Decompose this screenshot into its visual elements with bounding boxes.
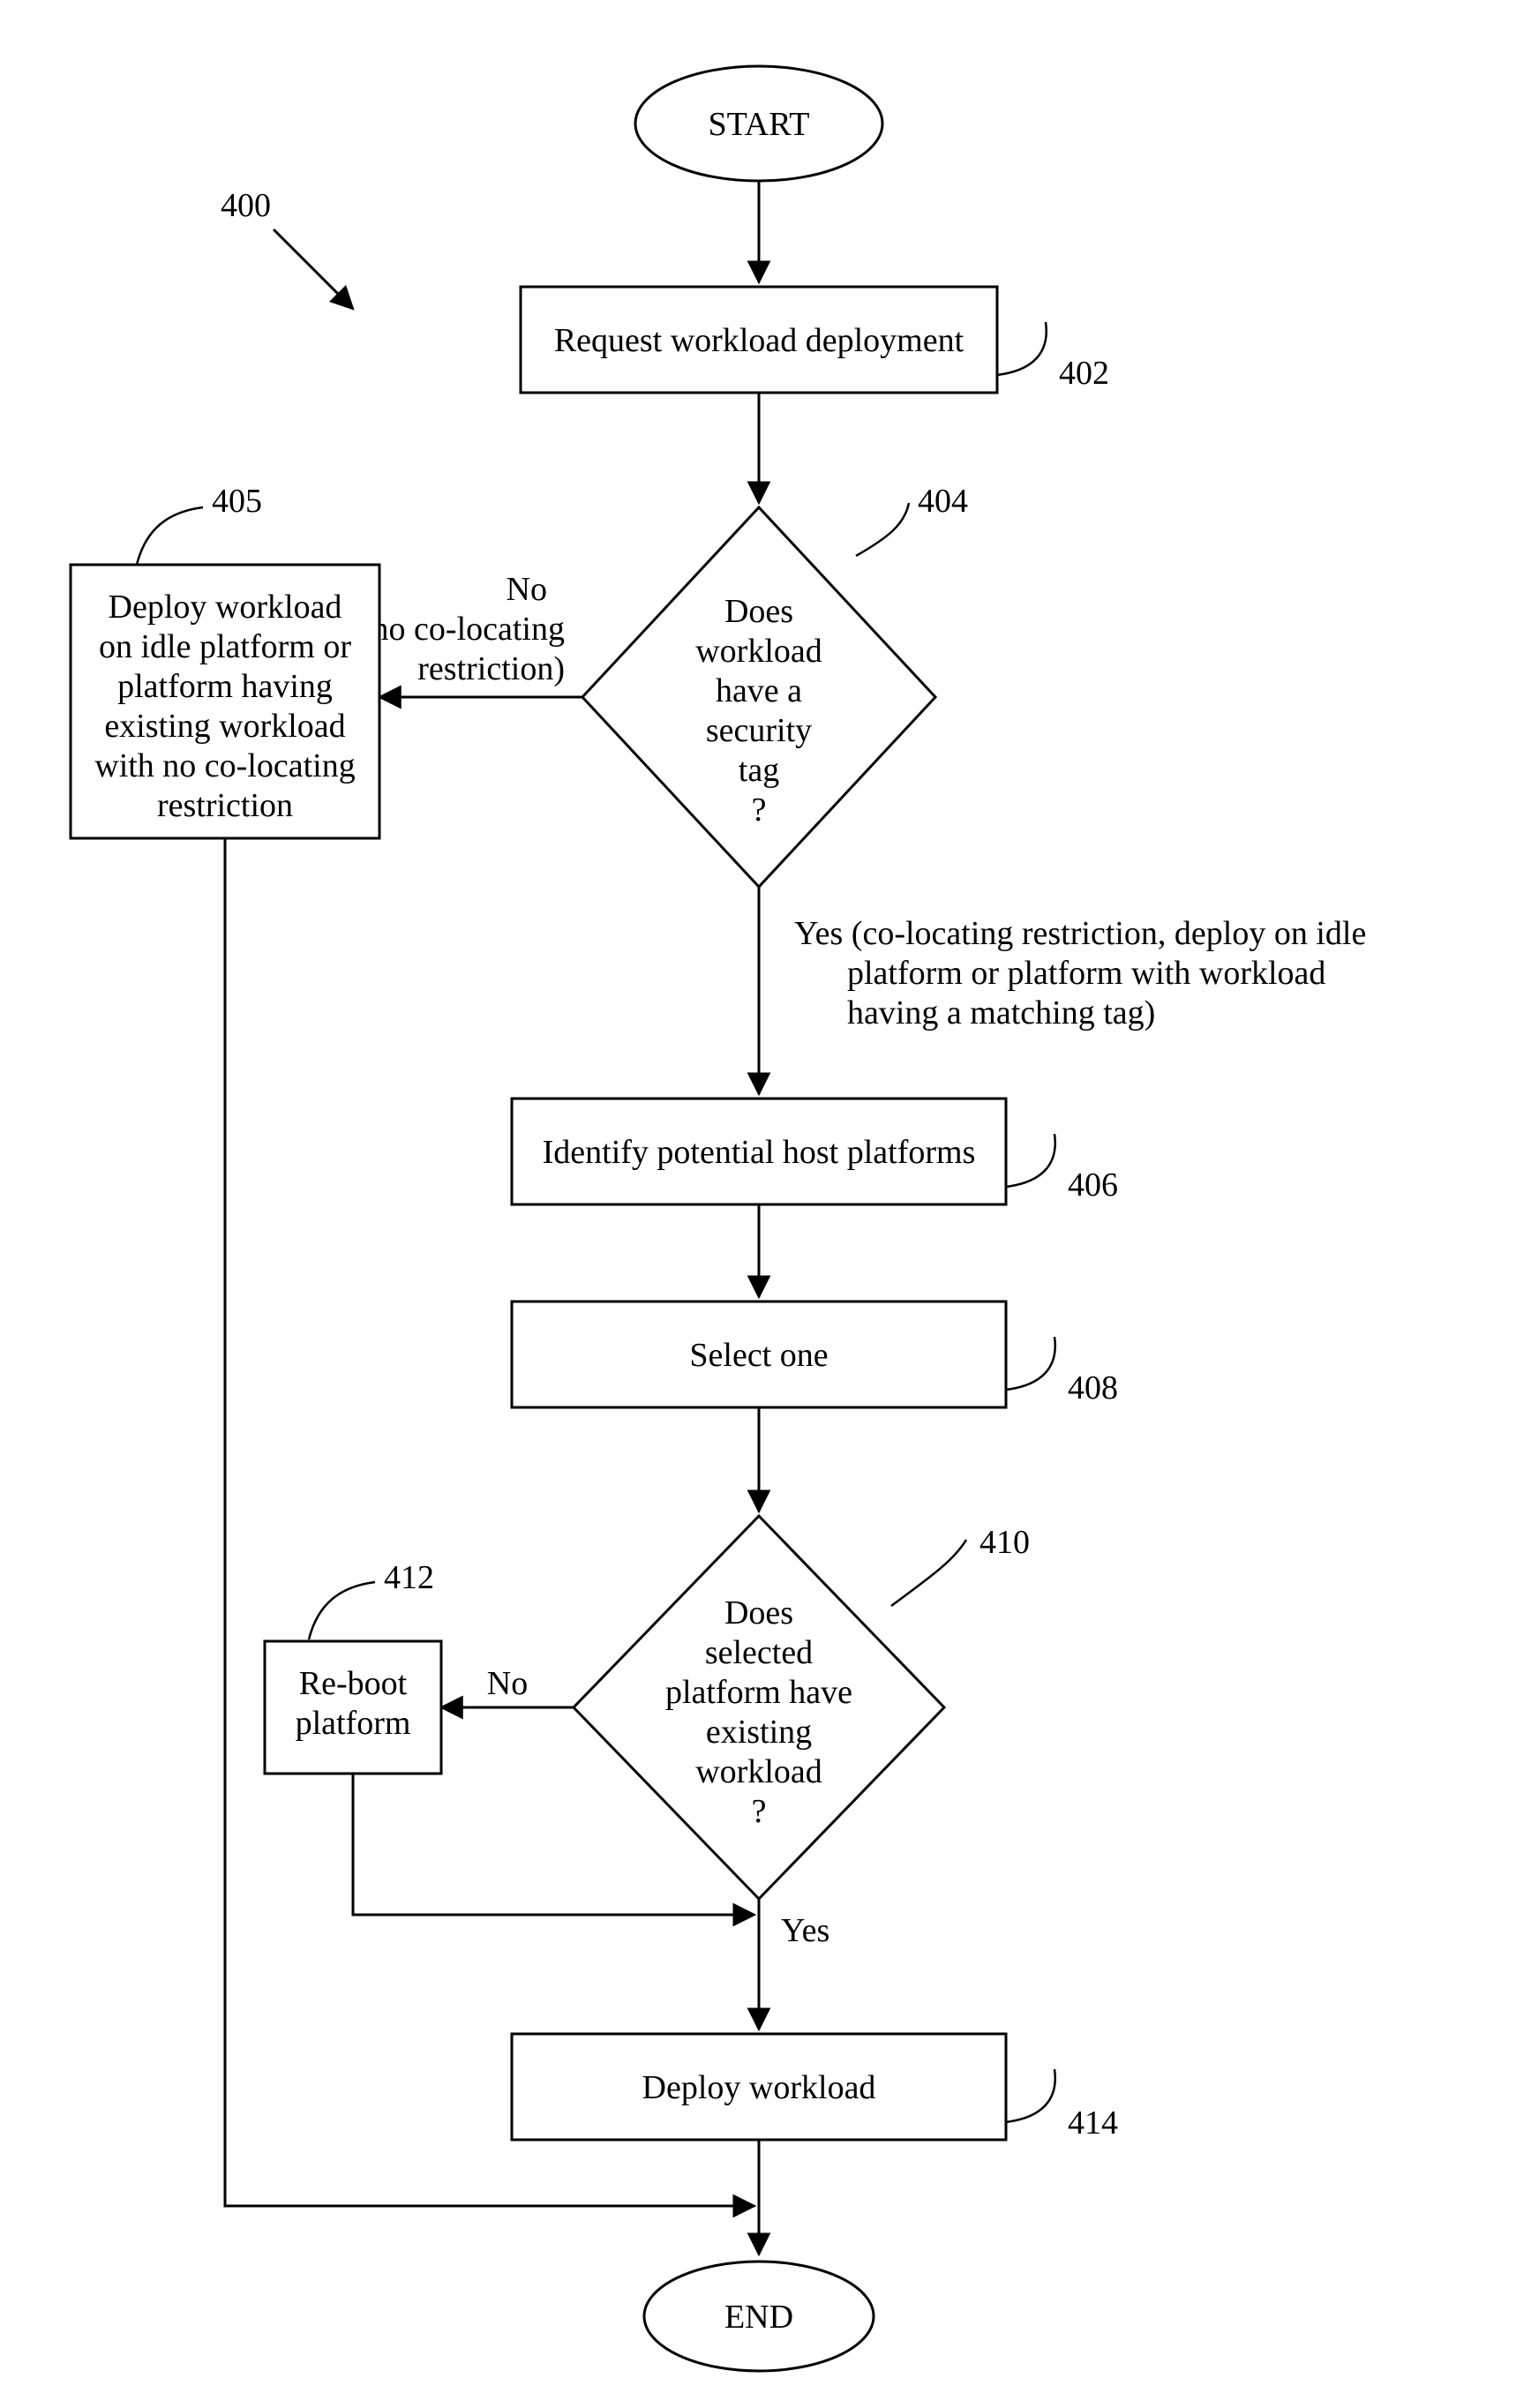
ref-405: 405 bbox=[212, 483, 262, 520]
callout-410 bbox=[891, 1540, 966, 1606]
svg-text:tag: tag bbox=[739, 752, 779, 789]
end-node: END bbox=[644, 2262, 874, 2371]
svg-text:No: No bbox=[487, 1665, 528, 1702]
svg-text:?: ? bbox=[752, 791, 767, 829]
callout-405 bbox=[137, 507, 203, 565]
ref-412: 412 bbox=[384, 1559, 434, 1596]
callout-412 bbox=[309, 1582, 375, 1639]
edge-404-no: No (no co-locating restriction) bbox=[361, 571, 582, 697]
ref-410: 410 bbox=[979, 1524, 1030, 1561]
svg-text:(no co-locating: (no co-locating bbox=[361, 611, 565, 648]
node-404: Does workload have a security tag ? 404 bbox=[582, 483, 968, 887]
svg-text:workload: workload bbox=[695, 633, 822, 670]
figure-ref-label: 400 bbox=[221, 187, 271, 224]
ref-406: 406 bbox=[1068, 1166, 1118, 1204]
svg-text:?: ? bbox=[752, 1793, 767, 1830]
ref-408: 408 bbox=[1068, 1369, 1118, 1407]
svg-text:have a: have a bbox=[716, 672, 802, 709]
node-406: Identify potential host platforms 406 bbox=[512, 1099, 1118, 1204]
svg-text:Does: Does bbox=[724, 1594, 793, 1632]
callout-406 bbox=[1006, 1134, 1055, 1187]
callout-414 bbox=[1006, 2069, 1055, 2122]
svg-text:platform or platform with work: platform or platform with workload bbox=[847, 955, 1325, 992]
edge-404-yes: Yes (co-locating restriction, deploy on … bbox=[759, 887, 1366, 1094]
end-label: END bbox=[724, 2299, 793, 2336]
node-402: Request workload deployment 402 bbox=[521, 287, 1109, 393]
svg-text:platform having: platform having bbox=[117, 668, 333, 705]
svg-text:platform have: platform have bbox=[665, 1674, 852, 1711]
ref-402: 402 bbox=[1059, 355, 1109, 392]
ref-404: 404 bbox=[918, 483, 968, 520]
svg-text:workload: workload bbox=[695, 1753, 822, 1790]
svg-text:selected: selected bbox=[705, 1634, 813, 1671]
node-408-text: Select one bbox=[689, 1337, 828, 1374]
svg-text:Re-boot: Re-boot bbox=[299, 1665, 408, 1702]
svg-text:having a matching tag): having a matching tag) bbox=[847, 994, 1155, 1031]
node-406-text: Identify potential host platforms bbox=[543, 1134, 976, 1171]
edge-410-yes: Yes bbox=[759, 1899, 829, 2029]
svg-text:Yes (co-locating restriction,: Yes (co-locating restriction, deploy on … bbox=[794, 915, 1366, 952]
node-405: Deploy workload on idle platform or plat… bbox=[71, 483, 379, 838]
node-402-text: Request workload deployment bbox=[554, 322, 964, 359]
svg-text:existing: existing bbox=[706, 1714, 812, 1751]
svg-text:Deploy workload: Deploy workload bbox=[109, 589, 342, 626]
callout-408 bbox=[1006, 1337, 1055, 1390]
svg-text:restriction: restriction bbox=[157, 787, 293, 824]
start-label: START bbox=[708, 106, 809, 143]
edge-410-no: No bbox=[441, 1665, 574, 1707]
svg-text:Does: Does bbox=[724, 593, 793, 630]
node-412: Re-boot platform 412 bbox=[265, 1559, 441, 1774]
edge-405-end bbox=[225, 838, 754, 2206]
start-node: START bbox=[635, 66, 882, 181]
callout-402 bbox=[997, 322, 1047, 375]
svg-text:with no co-locating: with no co-locating bbox=[94, 747, 355, 784]
ref-414: 414 bbox=[1068, 2104, 1118, 2142]
svg-text:on idle platform or: on idle platform or bbox=[99, 628, 351, 665]
svg-text:No: No bbox=[507, 571, 547, 608]
node-408: Select one 408 bbox=[512, 1302, 1118, 1407]
svg-text:existing workload: existing workload bbox=[104, 708, 345, 745]
node-414-text: Deploy workload bbox=[642, 2069, 876, 2106]
node-410: Does selected platform have existing wor… bbox=[574, 1516, 1030, 1899]
node-414: Deploy workload 414 bbox=[512, 2034, 1118, 2142]
svg-text:platform: platform bbox=[296, 1705, 411, 1742]
svg-text:security: security bbox=[706, 712, 812, 749]
callout-404 bbox=[856, 503, 909, 556]
svg-text:restriction): restriction) bbox=[417, 650, 565, 687]
svg-text:Yes: Yes bbox=[781, 1912, 829, 1949]
figure-ref: 400 bbox=[221, 187, 353, 309]
